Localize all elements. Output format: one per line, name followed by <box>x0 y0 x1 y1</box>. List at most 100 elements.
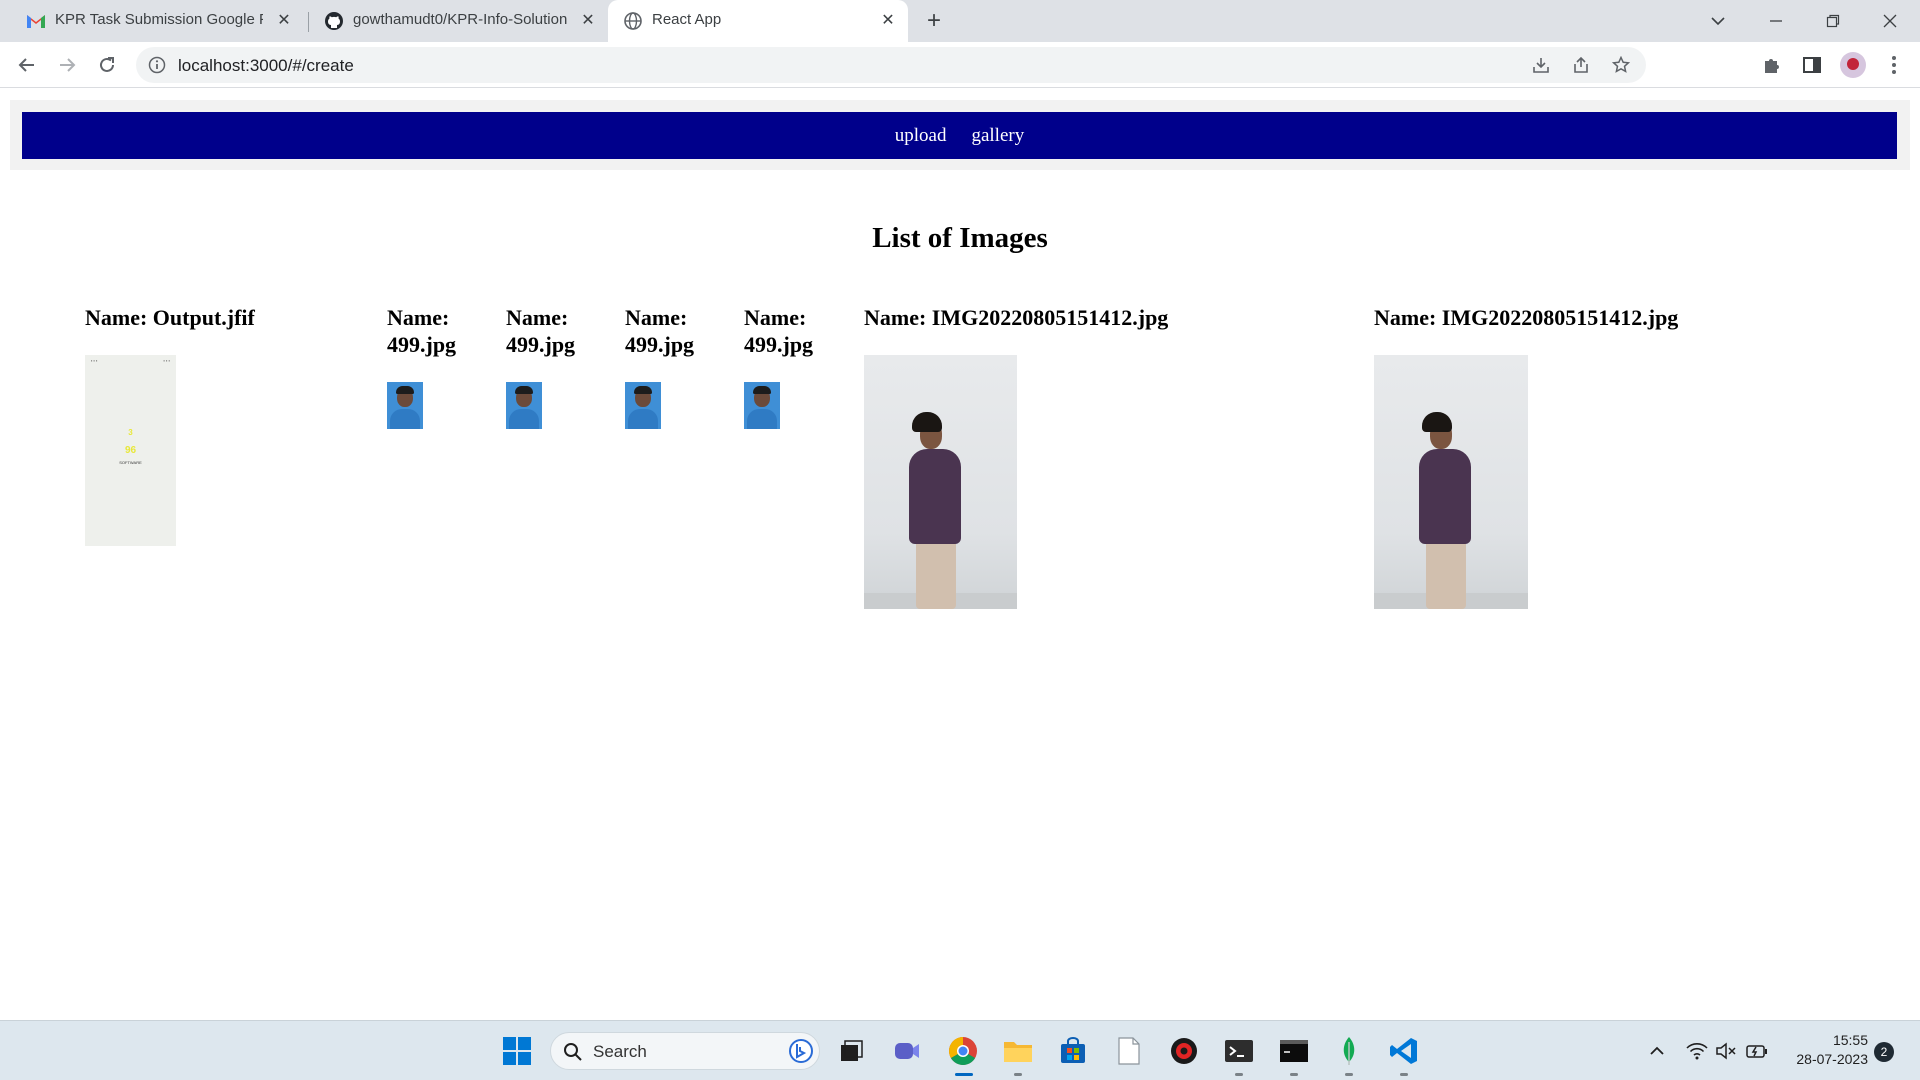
profile-avatar[interactable] <box>1840 52 1866 78</box>
nav-link-upload[interactable]: upload <box>895 125 947 147</box>
image-thumbnail <box>625 382 661 429</box>
close-tab-icon[interactable]: ✕ <box>274 11 294 31</box>
tab-title: KPR Task Submission Google Form <box>55 11 263 28</box>
image-thumbnail <box>744 382 780 429</box>
store-button[interactable] <box>1056 1034 1090 1068</box>
chrome-icon <box>949 1037 977 1065</box>
tab-strip: KPR Task Submission Google Form ✕ gowtha… <box>0 0 1920 42</box>
start-button[interactable] <box>500 1034 534 1068</box>
thumb-text: SOFTWARE <box>119 460 142 465</box>
tab-react-app[interactable]: React App ✕ <box>608 0 908 42</box>
command-prompt-button[interactable] <box>1277 1034 1311 1068</box>
chrome-button[interactable] <box>946 1034 980 1068</box>
image-card: Name: 499.jpg <box>387 304 487 429</box>
volume-button[interactable] <box>1709 1034 1743 1068</box>
side-panel-icon <box>1803 57 1821 73</box>
photo-legs <box>916 539 956 609</box>
photo-torso <box>1419 449 1471 544</box>
image-card: Name: IMG20220805151412.jpg <box>864 304 1264 609</box>
running-indicator <box>1345 1073 1353 1076</box>
share-icon[interactable] <box>1572 56 1590 74</box>
photo-hair <box>515 386 533 394</box>
thumb-text: 3 <box>128 428 133 437</box>
install-icon[interactable] <box>1532 56 1550 74</box>
image-name: Name: IMG20220805151412.jpg <box>864 305 1169 330</box>
notification-badge[interactable]: 2 <box>1874 1042 1894 1062</box>
info-icon[interactable] <box>148 56 166 74</box>
notepad-button[interactable] <box>1112 1034 1146 1068</box>
image-card: Name: 499.jpg <box>744 304 844 429</box>
folder-icon <box>1004 1042 1032 1062</box>
forward-button[interactable] <box>52 50 82 80</box>
search-label: Search <box>593 1042 647 1061</box>
bookmark-star-icon[interactable] <box>1612 56 1630 74</box>
taskbar-search[interactable]: Search <box>550 1032 820 1070</box>
task-view-button[interactable] <box>834 1034 868 1068</box>
tab-title: React App <box>652 11 722 28</box>
image-name: Name: Output.jfif <box>85 305 255 330</box>
store-icon <box>1061 1037 1085 1063</box>
image-card: Name: 499.jpg <box>625 304 725 429</box>
url-text[interactable]: localhost:3000/#/create <box>178 56 354 76</box>
reload-icon <box>100 57 114 72</box>
page-title: List of Images <box>872 222 1048 254</box>
phone-status-bar: ▪ ▪ ▪ ▪ ▪ ▪ <box>91 358 170 363</box>
photo-shirt <box>509 409 539 429</box>
reload-button[interactable] <box>92 50 122 80</box>
image-thumbnail <box>864 355 1017 609</box>
tab-github[interactable]: gowthamudt0/KPR-Info-Solution ✕ <box>312 0 608 42</box>
arrow-right-icon <box>60 58 76 72</box>
blank-document-icon <box>1118 1037 1140 1065</box>
photo-hair <box>396 386 414 394</box>
vscode-icon <box>1390 1038 1417 1064</box>
photo-shirt <box>747 409 777 429</box>
photo-hair <box>1422 412 1452 432</box>
menu-button[interactable] <box>1882 53 1906 77</box>
new-tab-button[interactable]: + <box>920 8 948 36</box>
running-indicator <box>1235 1073 1243 1076</box>
restore-button[interactable] <box>1805 0 1861 42</box>
terminal-button[interactable] <box>1222 1034 1256 1068</box>
image-name: Name: 499.jpg <box>387 305 457 357</box>
image-thumbnail <box>387 382 423 429</box>
back-button[interactable] <box>12 50 42 80</box>
image-name: Name: 499.jpg <box>744 305 814 357</box>
browser-toolbar: localhost:3000/#/create <box>0 42 1920 88</box>
photo-torso <box>909 449 961 544</box>
teams-chat-button[interactable] <box>890 1034 924 1068</box>
nav-link-gallery[interactable]: gallery <box>971 125 1024 147</box>
system-clock[interactable]: 15:55 28-07-2023 <box>1784 1031 1868 1069</box>
running-indicator <box>1014 1073 1022 1076</box>
running-indicator <box>1400 1073 1408 1076</box>
image-card: Name: Output.jfif ▪ ▪ ▪ ▪ ▪ ▪ 3 96 SOFTWA… <box>85 304 365 546</box>
show-hidden-icons-button[interactable] <box>1640 1034 1674 1068</box>
video-chat-icon <box>895 1043 919 1059</box>
vscode-button[interactable] <box>1387 1034 1421 1068</box>
terminal-icon <box>1225 1040 1253 1062</box>
image-thumbnail: ▪ ▪ ▪ ▪ ▪ ▪ 3 96 SOFTWARE <box>85 355 176 546</box>
close-window-button[interactable] <box>1862 0 1918 42</box>
bing-icon[interactable] <box>789 1039 813 1063</box>
tab-gmail[interactable]: KPR Task Submission Google Form ✕ <box>14 0 304 42</box>
minimize-icon <box>1770 20 1782 22</box>
github-icon <box>324 11 344 31</box>
extensions-button[interactable] <box>1760 53 1784 77</box>
globe-icon <box>624 12 642 30</box>
close-tab-icon[interactable]: ✕ <box>578 11 598 31</box>
app-red-button[interactable] <box>1167 1034 1201 1068</box>
address-bar[interactable]: localhost:3000/#/create <box>136 47 1646 83</box>
image-thumbnail <box>506 382 542 429</box>
mongodb-button[interactable] <box>1332 1034 1366 1068</box>
image-card: Name: IMG20220805151412.jpg <box>1374 304 1774 609</box>
battery-button[interactable] <box>1740 1034 1774 1068</box>
photo-legs <box>1426 539 1466 609</box>
close-tab-icon[interactable]: ✕ <box>878 11 898 31</box>
minimize-button[interactable] <box>1748 0 1804 42</box>
file-explorer-button[interactable] <box>1001 1034 1035 1068</box>
image-card: Name: 499.jpg <box>506 304 606 429</box>
photo-hair <box>753 386 771 394</box>
photo-shirt <box>390 409 420 429</box>
tab-search-button[interactable] <box>1690 0 1746 42</box>
restore-icon <box>1826 14 1840 28</box>
side-panel-button[interactable] <box>1800 53 1824 77</box>
